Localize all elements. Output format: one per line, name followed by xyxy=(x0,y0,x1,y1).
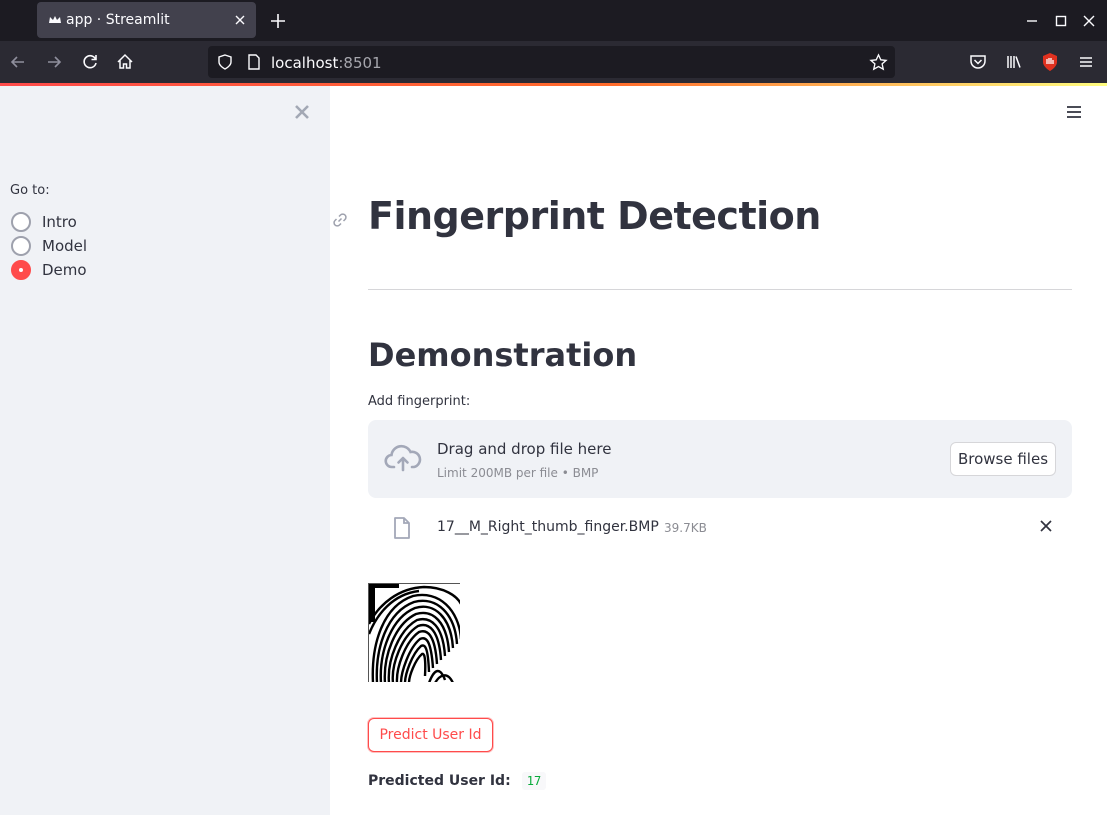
uploaded-file-row: 17__M_Right_thumb_finger.BMP 39.7KB xyxy=(368,505,1072,549)
library-icon[interactable] xyxy=(1003,51,1025,73)
back-arrow-icon[interactable] xyxy=(7,51,29,73)
tab-title: app · Streamlit xyxy=(66,12,170,28)
app-menu-icon[interactable] xyxy=(1075,51,1097,73)
link-anchor-icon[interactable] xyxy=(331,211,349,229)
radio-option-model[interactable]: Model xyxy=(11,235,211,257)
result-value: 17 xyxy=(521,772,547,790)
result-label: Predicted User Id: xyxy=(368,773,511,789)
dropzone-limit: Limit 200MB per file • BMP xyxy=(437,466,599,480)
file-name: 17__M_Right_thumb_finger.BMP xyxy=(437,519,659,535)
browser-tab-bar: app · Streamlit xyxy=(0,0,1107,41)
radio-option-demo[interactable]: Demo xyxy=(11,259,211,281)
file-icon xyxy=(394,517,410,539)
file-dropzone[interactable]: Drag and drop file here Limit 200MB per … xyxy=(368,420,1072,498)
page-info-icon[interactable] xyxy=(245,53,263,71)
dropzone-instructions: Drag and drop file here xyxy=(437,440,612,458)
radio-group-label: Go to: xyxy=(10,183,50,198)
cloud-upload-icon xyxy=(384,444,422,472)
close-window-icon[interactable] xyxy=(1079,11,1099,31)
url-bar[interactable]: localhost:8501 xyxy=(208,46,895,78)
file-size: 39.7KB xyxy=(664,521,707,535)
maximize-icon[interactable] xyxy=(1051,11,1071,31)
radio-button[interactable] xyxy=(11,212,31,232)
fingerprint-image xyxy=(368,583,460,682)
browser-tab[interactable]: app · Streamlit xyxy=(37,2,256,38)
radio-option-label: Demo xyxy=(42,261,87,279)
ublock-extension-icon[interactable] xyxy=(1039,51,1061,73)
radio-option-label: Intro xyxy=(42,213,77,231)
streamlit-crown-icon xyxy=(49,16,61,23)
fingerprint-graphic xyxy=(369,584,460,682)
forward-arrow-icon[interactable] xyxy=(43,51,65,73)
section-heading: Demonstration xyxy=(368,336,638,374)
radio-button-selected[interactable] xyxy=(11,260,31,280)
predict-user-id-button[interactable]: Predict User Id xyxy=(368,718,493,752)
page-title: Fingerprint Detection xyxy=(368,194,821,238)
close-sidebar-icon[interactable] xyxy=(291,101,313,123)
pocket-icon[interactable] xyxy=(967,51,989,73)
radio-option-intro[interactable]: Intro xyxy=(11,211,211,233)
minimize-icon[interactable] xyxy=(1022,11,1042,31)
main-menu-icon[interactable] xyxy=(1064,102,1084,122)
radio-option-label: Model xyxy=(42,237,88,255)
uploader-label: Add fingerprint: xyxy=(368,394,471,409)
browse-files-button[interactable]: Browse files xyxy=(950,442,1056,476)
prediction-result: Predicted User Id: 17 xyxy=(368,770,547,792)
divider xyxy=(368,289,1072,290)
bookmark-star-icon[interactable] xyxy=(869,53,888,72)
url-text: localhost:8501 xyxy=(271,54,382,72)
new-tab-icon[interactable] xyxy=(268,11,288,31)
radio-button[interactable] xyxy=(11,236,31,256)
reload-icon[interactable] xyxy=(79,51,101,73)
shield-icon[interactable] xyxy=(216,53,234,71)
close-tab-icon[interactable] xyxy=(231,11,249,29)
delete-file-icon[interactable] xyxy=(1037,517,1055,535)
sidebar: Go to: Intro Model Demo xyxy=(0,86,330,815)
home-icon[interactable] xyxy=(114,51,136,73)
